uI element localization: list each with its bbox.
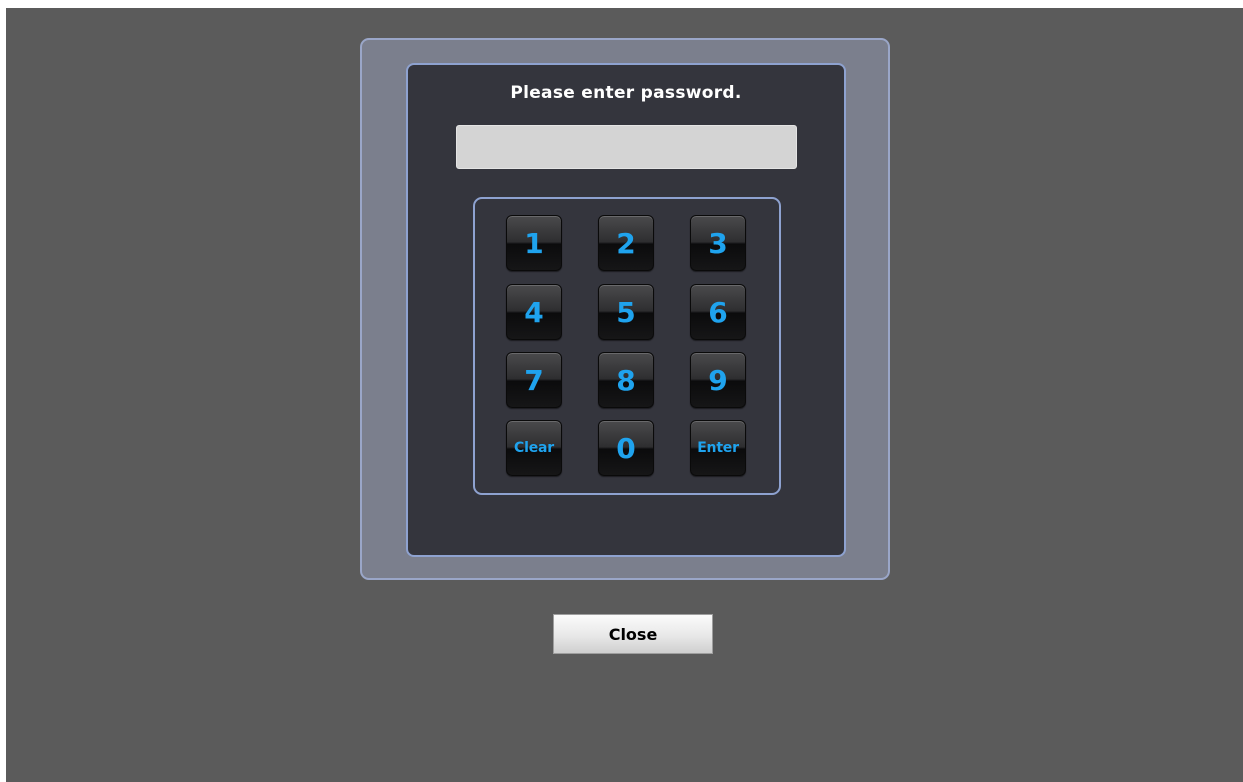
key-6[interactable]: 6 — [690, 284, 746, 340]
key-0[interactable]: 0 — [598, 420, 654, 476]
enter-button[interactable]: Enter — [690, 420, 746, 476]
key-7[interactable]: 7 — [506, 352, 562, 408]
key-9[interactable]: 9 — [690, 352, 746, 408]
password-field[interactable] — [456, 125, 797, 169]
key-4[interactable]: 4 — [506, 284, 562, 340]
key-8[interactable]: 8 — [598, 352, 654, 408]
key-3[interactable]: 3 — [690, 215, 746, 271]
key-5[interactable]: 5 — [598, 284, 654, 340]
password-prompt: Please enter password. — [510, 83, 742, 103]
close-button[interactable]: Close — [553, 614, 713, 654]
key-1[interactable]: 1 — [506, 215, 562, 271]
key-2[interactable]: 2 — [598, 215, 654, 271]
clear-button[interactable]: Clear — [506, 420, 562, 476]
